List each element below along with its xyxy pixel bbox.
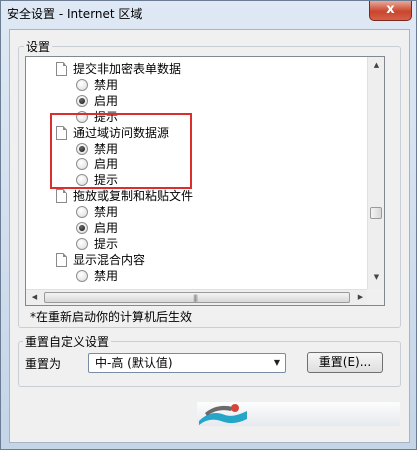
radio-button[interactable] — [76, 78, 88, 91]
setting-option-label: 提示 — [94, 236, 119, 251]
highlight-box — [50, 113, 192, 189]
radio-button[interactable] — [76, 222, 88, 234]
vertical-scrollbar[interactable]: ▲ ▼ — [367, 57, 384, 291]
setting-item-label: 显示混合内容 — [73, 252, 146, 267]
reset-group-label: 重置自定义设置 — [23, 333, 112, 350]
settings-group-label: 设置 — [24, 38, 53, 55]
radio-button[interactable] — [76, 237, 88, 250]
horizontal-scroll-thumb[interactable]: ||| — [44, 292, 350, 303]
setting-option-label: 启用 — [94, 221, 119, 235]
reset-button-label: 重置(E)... — [318, 355, 372, 369]
horizontal-scrollbar[interactable]: ◀ ||| ▶ — [26, 289, 368, 305]
setting-option-label: 禁用 — [94, 205, 119, 220]
reset-to-label: 重置为 — [25, 357, 62, 371]
chevron-down-icon: ▼ — [273, 358, 280, 367]
setting-option-label: 禁用 — [94, 268, 119, 283]
scroll-down-icon[interactable]: ▼ — [369, 273, 384, 281]
restart-note: *在重新启动你的计算机后生效 — [30, 310, 193, 324]
scroll-left-icon[interactable]: ◀ — [27, 293, 42, 301]
vertical-scroll-thumb[interactable] — [370, 207, 382, 219]
scroll-right-icon[interactable]: ▶ — [353, 293, 368, 301]
radio-button[interactable] — [76, 269, 88, 282]
document-icon — [56, 62, 67, 76]
reset-level-select[interactable]: 中-高 (默认值) ▼ — [88, 353, 286, 373]
radio-button[interactable] — [76, 206, 88, 219]
close-icon: x — [386, 2, 395, 17]
scroll-up-icon[interactable]: ▲ — [369, 61, 384, 69]
document-icon — [56, 189, 67, 204]
security-settings-window: 安全设置 - Internet 区域 x 设置 提交非加密表单数据 禁用 启用 提示通… — [0, 0, 417, 450]
setting-option-label: 启用 — [94, 93, 119, 108]
title-bar[interactable]: 安全设置 - Internet 区域 x — [1, 1, 417, 29]
reset-button[interactable]: 重置(E)... — [307, 352, 383, 373]
grip-icon: ||| — [193, 294, 198, 302]
window-title: 安全设置 - Internet 区域 — [7, 7, 143, 21]
radio-button[interactable] — [76, 94, 88, 107]
close-button[interactable]: x — [369, 1, 412, 21]
setting-item-label: 拖放或复制和粘贴文件 — [73, 189, 194, 204]
setting-item-label: 提交非加密表单数据 — [73, 62, 182, 76]
document-icon — [56, 252, 67, 267]
reset-level-value: 中-高 (默认值) — [95, 356, 173, 370]
watermark-logo-icon — [199, 404, 247, 425]
setting-option-label: 禁用 — [94, 77, 119, 92]
scrollbar-corner — [367, 289, 384, 305]
